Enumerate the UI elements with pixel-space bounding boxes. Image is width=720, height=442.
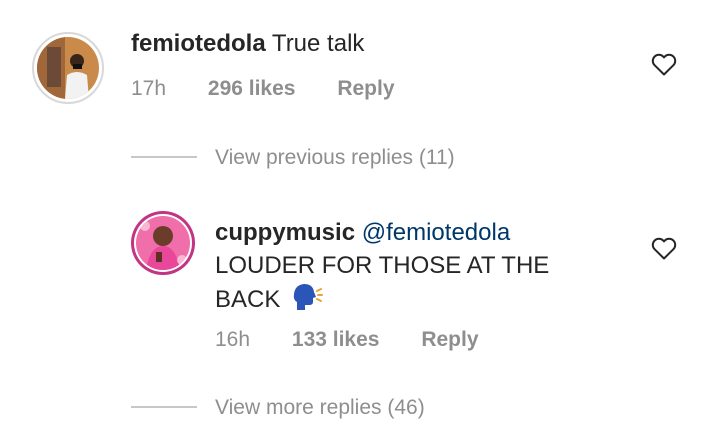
- reply-username[interactable]: cuppymusic: [215, 219, 355, 246]
- comment-meta: 17h 296 likes Reply: [131, 76, 395, 102]
- reply-text-line2: BACK: [215, 286, 281, 313]
- avatar-photo: [37, 37, 99, 99]
- comment-username[interactable]: femiotedola: [131, 30, 266, 57]
- heart-icon[interactable]: [651, 53, 677, 82]
- reply-text-line1: LOUDER FOR THOSE AT THE: [215, 252, 550, 279]
- comment-line: femiotedola True talk: [131, 28, 364, 60]
- comment-likes[interactable]: 296 likes: [208, 77, 296, 100]
- speaking-head-emoji: [291, 282, 324, 321]
- divider: [131, 406, 197, 408]
- avatar-cuppymusic[interactable]: [131, 211, 195, 275]
- reply-body: cuppymusic @femiotedola LOUDER FOR THOSE…: [215, 216, 625, 321]
- view-more-replies-link[interactable]: View more replies (46): [215, 395, 425, 421]
- avatar-photo: [136, 216, 190, 270]
- reply-reply-button[interactable]: Reply: [421, 328, 478, 351]
- reply-timestamp: 16h: [215, 328, 251, 351]
- avatar-femiotedola[interactable]: [32, 32, 104, 104]
- view-previous-replies-link[interactable]: View previous replies (11): [215, 145, 455, 171]
- comment-reply-button[interactable]: Reply: [337, 77, 394, 100]
- comment-text: True talk: [271, 30, 365, 57]
- heart-icon[interactable]: [651, 237, 677, 266]
- reply-likes[interactable]: 133 likes: [292, 328, 380, 351]
- comment-timestamp: 17h: [131, 77, 167, 100]
- reply-mention-link[interactable]: @femiotedola: [362, 219, 510, 246]
- divider: [131, 156, 197, 158]
- reply-meta: 16h 133 likes Reply: [215, 327, 479, 353]
